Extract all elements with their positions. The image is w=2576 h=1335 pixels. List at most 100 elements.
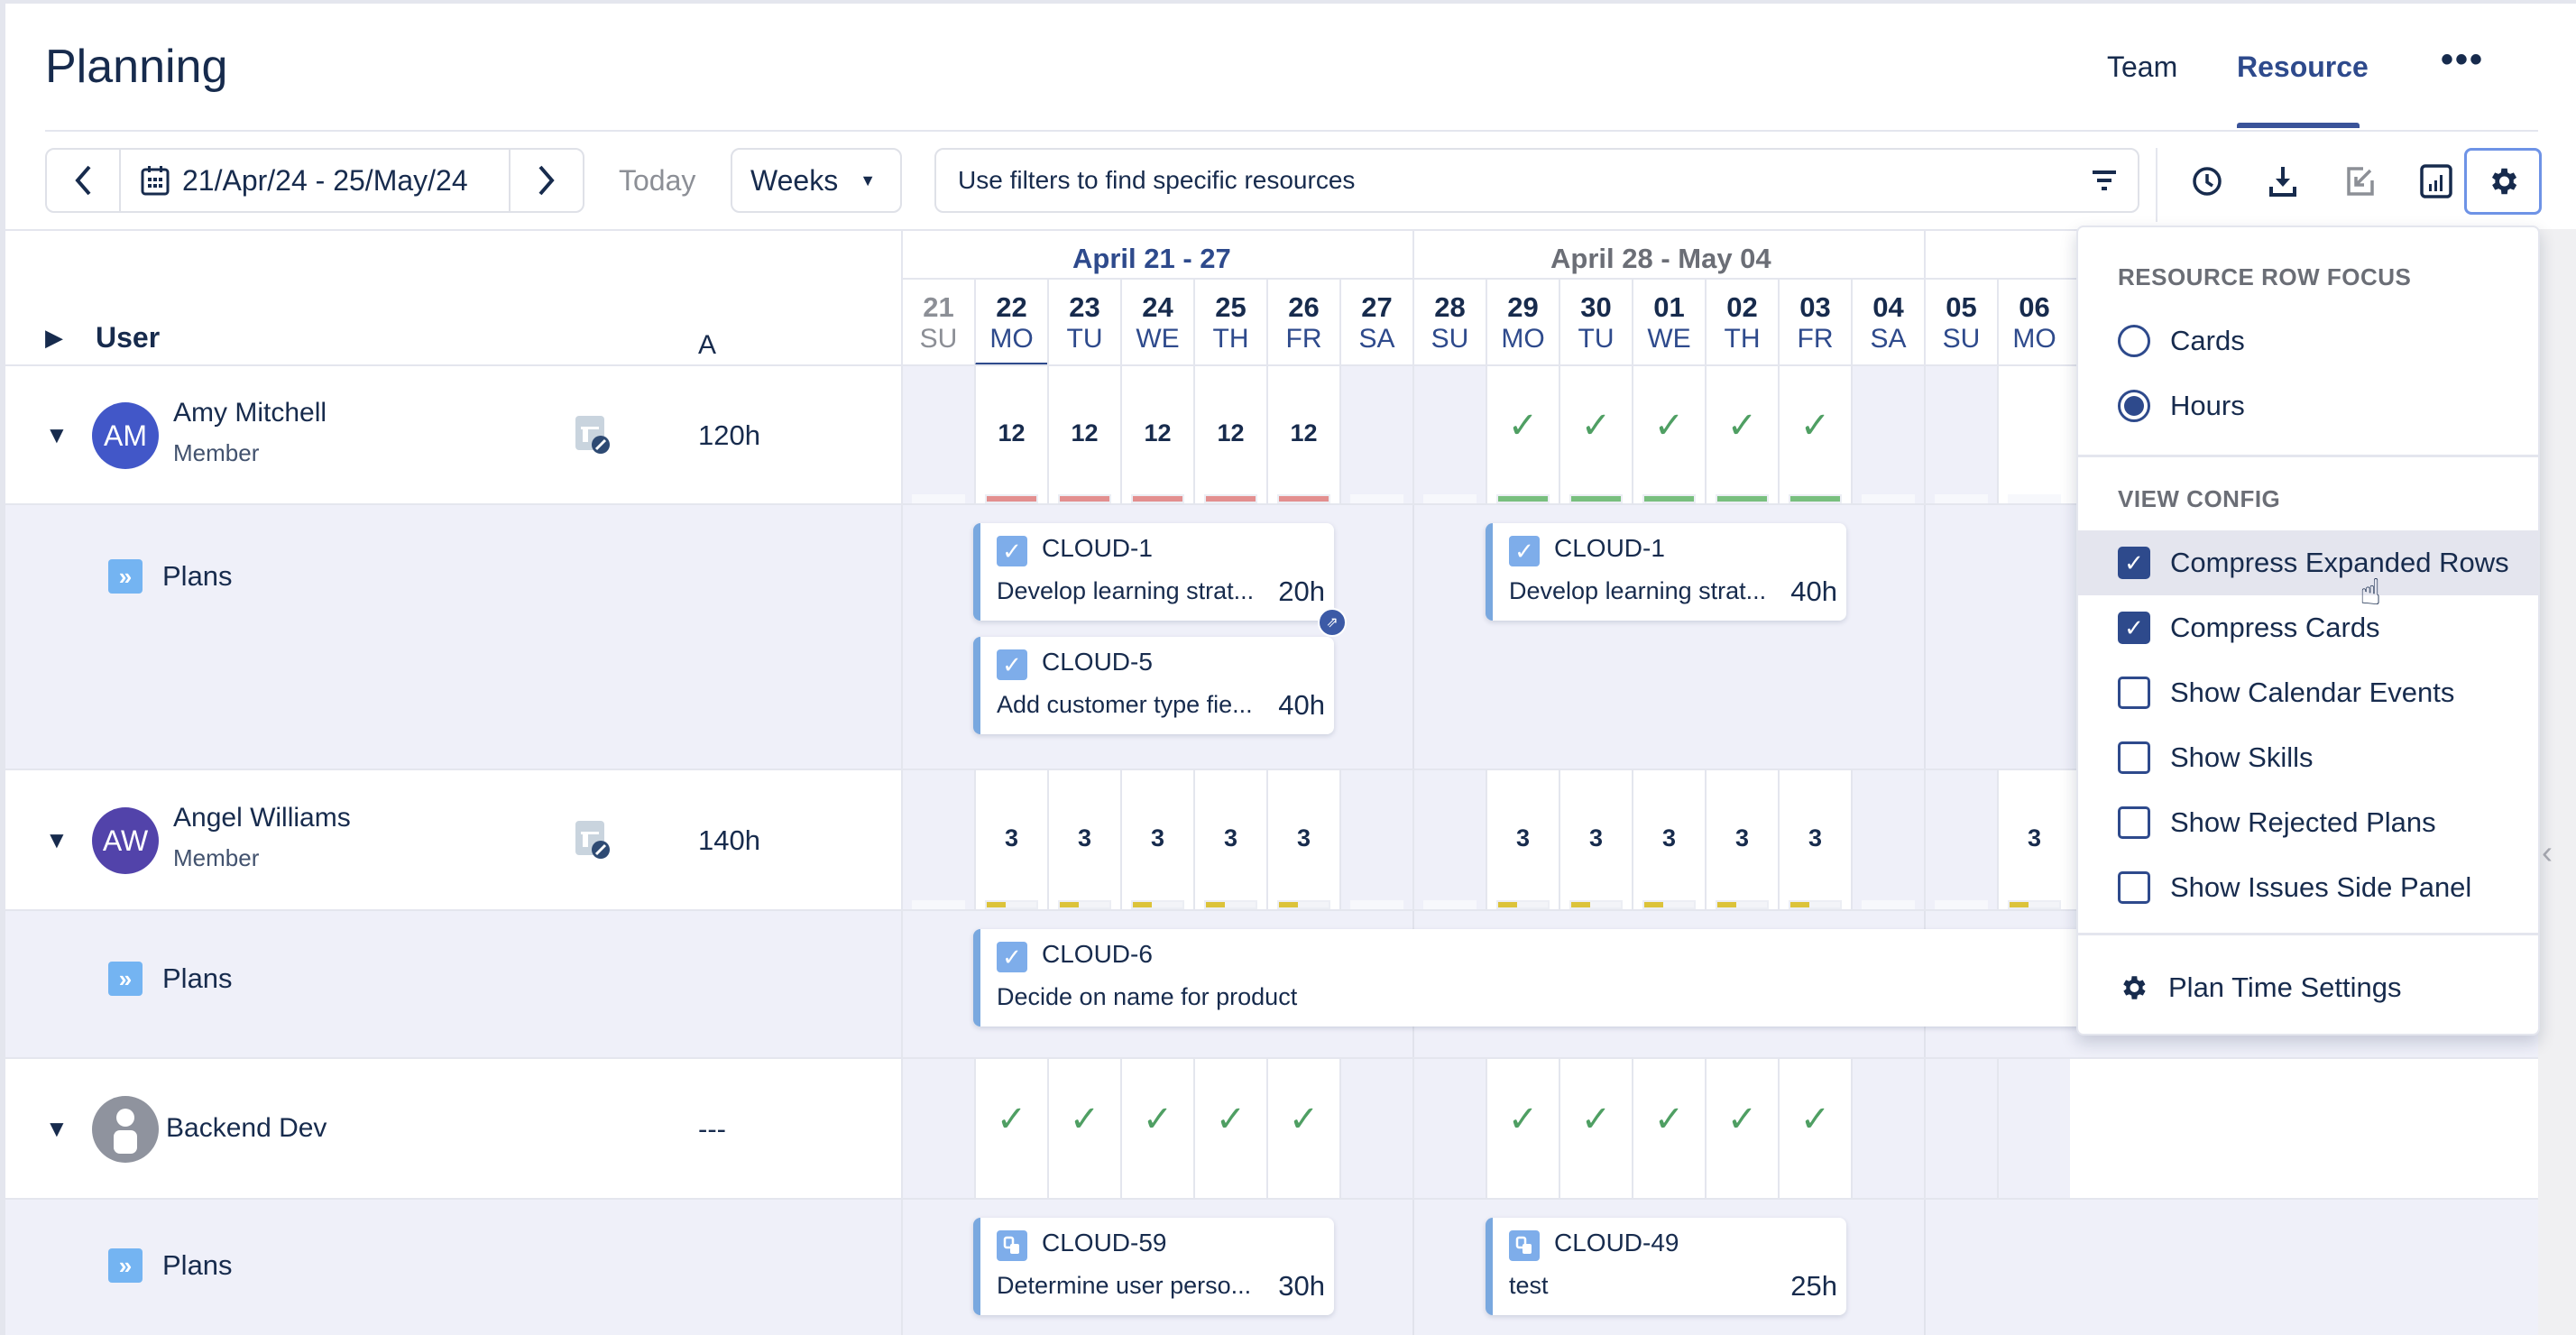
today-button[interactable]: Today <box>619 164 695 198</box>
day-cell[interactable]: ✓ <box>1778 366 1851 505</box>
day-cell[interactable]: ✓ <box>1120 1059 1193 1200</box>
history-button[interactable] <box>2179 153 2235 209</box>
day-cell[interactable]: ✓ <box>1047 1059 1120 1200</box>
day-cell[interactable]: ✓ <box>1486 1059 1559 1200</box>
day-cell[interactable]: ✓ <box>1705 1059 1778 1200</box>
day-cell[interactable]: 3 <box>1559 770 1632 911</box>
plan-card[interactable]: ✓ CLOUD-5 Add customer type fie... 40h <box>973 637 1334 734</box>
day-cell[interactable] <box>1412 1059 1486 1200</box>
radio-hours[interactable]: Hours <box>2078 373 2538 438</box>
plan-card[interactable]: ✓ CLOUD-6 Decide on name for product <box>973 929 2083 1027</box>
collapse-row-icon[interactable]: ▼ <box>45 826 69 854</box>
plan-card[interactable]: ✓ CLOUD-1 Develop learning strat... 20h <box>973 523 1334 621</box>
day-cell[interactable] <box>1851 1059 1924 1200</box>
radio-button[interactable] <box>2118 390 2150 422</box>
tab-resource[interactable]: Resource <box>2237 51 2369 84</box>
day-cell[interactable]: ✓ <box>1778 1059 1851 1200</box>
issue-key[interactable]: CLOUD-59 <box>1042 1229 1166 1257</box>
plan-time-settings-item[interactable]: Plan Time Settings <box>2078 949 2538 1027</box>
expand-all-icon[interactable]: ▶ <box>45 324 63 352</box>
reports-button[interactable] <box>2408 153 2464 209</box>
day-cell[interactable]: ✓ <box>1705 366 1778 505</box>
import-button[interactable] <box>2332 153 2388 209</box>
radio-button[interactable] <box>2118 325 2150 357</box>
day-cell[interactable] <box>1924 366 1997 505</box>
day-cell[interactable]: ✓ <box>1559 1059 1632 1200</box>
day-cell[interactable]: ✓ <box>1486 366 1559 505</box>
day-cell[interactable] <box>901 1059 974 1200</box>
tab-team[interactable]: Team <box>2107 51 2177 84</box>
date-range-picker[interactable]: 21/Apr/24 - 25/May/24 <box>121 150 509 211</box>
plan-card[interactable]: ✓ CLOUD-1 Develop learning strat... 40h <box>1486 523 1846 621</box>
view-config-option[interactable]: ✓ Compress Cards <box>2078 595 2538 660</box>
day-cell[interactable] <box>1924 1059 1997 1200</box>
availability-column-header[interactable]: A <box>698 330 716 361</box>
day-cell[interactable]: 3 <box>974 770 1047 911</box>
view-config-option[interactable]: Show Issues Side Panel <box>2078 855 2538 920</box>
day-cell[interactable]: 12 <box>974 366 1047 505</box>
day-cell[interactable]: 12 <box>1047 366 1120 505</box>
view-config-option[interactable]: ✓ Compress Expanded Rows <box>2078 530 2538 595</box>
issue-key[interactable]: CLOUD-49 <box>1554 1229 1679 1257</box>
linked-plan-icon[interactable]: ⇗ <box>1318 608 1347 637</box>
day-cell[interactable]: 3 <box>1266 770 1339 911</box>
plans-row-label[interactable]: » Plans <box>108 1248 233 1283</box>
export-button[interactable] <box>2255 153 2311 209</box>
day-cell[interactable] <box>1412 770 1486 911</box>
day-cell[interactable]: 3 <box>1997 770 2070 911</box>
calendar-disabled-icon[interactable] <box>574 414 612 456</box>
resource-name[interactable]: Angel Williams <box>173 803 351 833</box>
next-period-button[interactable] <box>509 150 583 211</box>
checkbox[interactable] <box>2118 871 2150 904</box>
collapse-row-icon[interactable]: ▼ <box>45 421 69 449</box>
checkbox[interactable]: ✓ <box>2118 547 2150 579</box>
day-cell[interactable] <box>1339 770 1412 911</box>
resource-name[interactable]: Backend Dev <box>166 1113 327 1144</box>
checkbox[interactable] <box>2118 806 2150 839</box>
day-cell[interactable] <box>1339 366 1412 505</box>
left-panel-divider[interactable] <box>901 231 903 1335</box>
checkbox[interactable] <box>2118 677 2150 709</box>
day-cell[interactable]: ✓ <box>1559 366 1632 505</box>
day-cell[interactable]: 3 <box>1778 770 1851 911</box>
issue-key[interactable]: CLOUD-1 <box>1042 534 1153 563</box>
day-cell[interactable] <box>901 770 974 911</box>
day-cell[interactable]: ✓ <box>974 1059 1047 1200</box>
resource-filter-input[interactable]: Use filters to find specific resources <box>934 148 2139 213</box>
plan-card[interactable]: CLOUD-59 Determine user perso... 30h <box>973 1218 1334 1315</box>
settings-button[interactable] <box>2464 148 2542 215</box>
day-cell[interactable] <box>1997 366 2070 505</box>
plans-row-label[interactable]: » Plans <box>108 962 233 996</box>
day-cell[interactable]: 3 <box>1120 770 1193 911</box>
user-column-header[interactable]: ▶ User <box>45 321 160 354</box>
expand-side-panel-icon[interactable]: ‹ <box>2542 833 2553 871</box>
day-cell[interactable] <box>1997 1059 2070 1200</box>
issue-key[interactable]: CLOUD-5 <box>1042 648 1153 677</box>
day-cell[interactable]: 12 <box>1266 366 1339 505</box>
day-cell[interactable]: ✓ <box>1266 1059 1339 1200</box>
day-cell[interactable] <box>1339 1059 1412 1200</box>
day-cell[interactable] <box>1412 366 1486 505</box>
day-cell[interactable]: 3 <box>1486 770 1559 911</box>
day-cell[interactable]: 3 <box>1193 770 1266 911</box>
day-cell[interactable]: 3 <box>1705 770 1778 911</box>
previous-period-button[interactable] <box>47 150 121 211</box>
day-cell[interactable]: 3 <box>1632 770 1705 911</box>
day-cell[interactable] <box>1851 366 1924 505</box>
day-cell[interactable]: ✓ <box>1632 366 1705 505</box>
plan-card[interactable]: CLOUD-49 test 25h <box>1486 1218 1846 1315</box>
plans-row-label[interactable]: » Plans <box>108 559 233 594</box>
day-cell[interactable] <box>901 366 974 505</box>
day-cell[interactable] <box>1851 770 1924 911</box>
checkbox[interactable] <box>2118 741 2150 774</box>
checkbox[interactable]: ✓ <box>2118 612 2150 644</box>
day-cell[interactable]: 12 <box>1120 366 1193 505</box>
day-cell[interactable]: 3 <box>1047 770 1120 911</box>
radio-cards[interactable]: Cards <box>2078 308 2538 373</box>
view-config-option[interactable]: Show Calendar Events <box>2078 660 2538 725</box>
day-cell[interactable]: 12 <box>1193 366 1266 505</box>
view-config-option[interactable]: Show Skills <box>2078 725 2538 790</box>
day-cell[interactable]: ✓ <box>1632 1059 1705 1200</box>
calendar-disabled-icon[interactable] <box>574 819 612 861</box>
view-config-option[interactable]: Show Rejected Plans <box>2078 790 2538 855</box>
